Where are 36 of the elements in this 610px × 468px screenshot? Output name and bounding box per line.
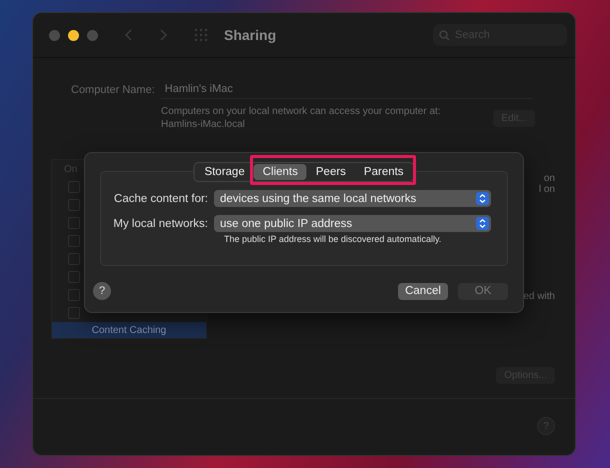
window-title: Sharing bbox=[224, 27, 276, 43]
field-label: Cache content for: bbox=[113, 192, 208, 204]
grid-icon[interactable] bbox=[194, 28, 208, 42]
stepper-icon bbox=[476, 217, 489, 230]
partial-text: l on bbox=[538, 184, 555, 195]
field-label: Computer Name: bbox=[71, 84, 155, 96]
popup-menu[interactable]: use one public IP address bbox=[214, 215, 491, 232]
checkbox[interactable] bbox=[68, 199, 80, 211]
zoom-button[interactable] bbox=[87, 30, 98, 40]
stepper-icon bbox=[476, 192, 489, 205]
partial-text: on bbox=[544, 173, 555, 184]
computer-name-field[interactable]: Hamlin's iMac bbox=[160, 80, 533, 99]
forward-icon[interactable] bbox=[160, 29, 168, 41]
checkbox[interactable] bbox=[68, 217, 80, 229]
checkbox[interactable] bbox=[68, 235, 80, 247]
popup-menu[interactable]: devices using the same local networks bbox=[214, 190, 491, 207]
minimize-button[interactable] bbox=[68, 30, 79, 40]
checkbox[interactable] bbox=[68, 181, 80, 193]
tab[interactable]: Clients bbox=[254, 164, 307, 180]
partial-text: ed with bbox=[523, 291, 555, 302]
help-button[interactable]: ? bbox=[93, 282, 111, 300]
checkbox[interactable] bbox=[68, 289, 80, 301]
back-icon[interactable] bbox=[124, 29, 132, 41]
hint-text: The public IP address will be discovered automatically. bbox=[224, 234, 442, 244]
network-note: Computers on your local network can access your computer at: Hamlins-iMac.local bbox=[161, 105, 442, 131]
tab[interactable]: Peers bbox=[306, 164, 355, 180]
close-button[interactable] bbox=[49, 30, 60, 40]
checkbox[interactable] bbox=[68, 307, 80, 319]
dialog-button[interactable]: Cancel bbox=[398, 282, 448, 300]
checkbox[interactable] bbox=[68, 253, 80, 265]
tab[interactable]: Storage bbox=[195, 164, 254, 180]
service-row[interactable]: Content Caching bbox=[52, 322, 206, 338]
search-icon bbox=[439, 30, 450, 40]
field-label: My local networks: bbox=[112, 218, 208, 230]
tab[interactable]: Parents bbox=[354, 164, 413, 180]
checkbox[interactable] bbox=[68, 271, 80, 283]
